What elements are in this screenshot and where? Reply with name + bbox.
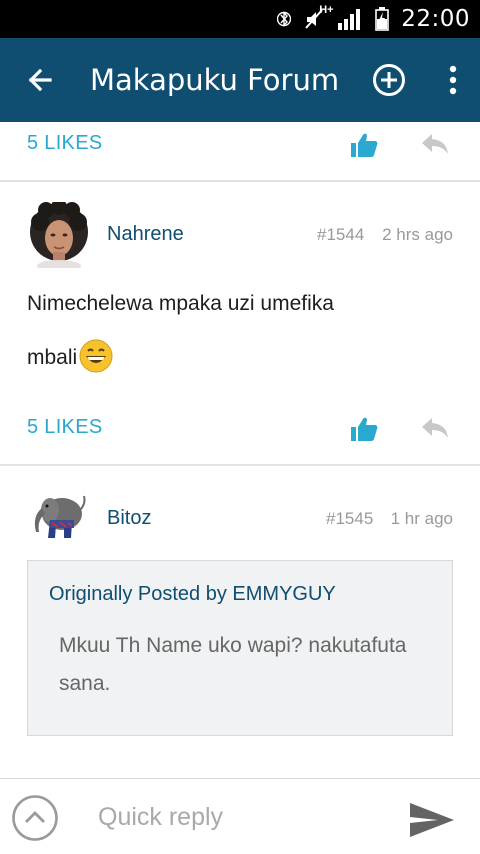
app-bar: Makapuku Forum — [0, 38, 480, 122]
post-list[interactable]: 5 LIKES Nahrene #1544 2 hrs ago Nimechel… — [0, 122, 480, 778]
grinning-emoji-icon — [79, 339, 113, 373]
divider — [0, 180, 480, 182]
quote-header: Originally Posted by EMMYGUY — [49, 583, 336, 605]
send-button[interactable] — [408, 801, 456, 839]
post-message-line: Nimechelewa mpaka uzi umefika — [27, 292, 334, 315]
back-arrow-icon[interactable] — [22, 60, 62, 100]
quick-reply-input[interactable] — [98, 797, 388, 837]
post-message: Nimechelewa mpaka uzi umefika mbali — [27, 277, 457, 385]
post-header: Nahrene #1544 2 hrs ago — [0, 199, 480, 272]
add-circle-icon — [373, 64, 405, 96]
reply-arrow-icon[interactable] — [420, 132, 450, 156]
divider — [0, 464, 480, 466]
quote-text: Mkuu Th Name uko wapi? nakutafuta sana. — [59, 634, 407, 695]
post-actions-row: 5 LIKES — [0, 122, 480, 168]
post-message-line: mbali — [27, 346, 78, 369]
chevron-up-icon — [12, 795, 58, 841]
like-thumb-icon[interactable] — [350, 132, 378, 158]
battery-charging-icon — [375, 7, 390, 31]
post-header: Bitoz #1545 1 hr ago — [0, 486, 480, 556]
post-time: 1 hr ago — [390, 509, 453, 528]
send-icon — [410, 803, 454, 837]
status-bar: H+ 22:00 — [0, 0, 480, 38]
avatar[interactable] — [28, 199, 90, 272]
quote-block: Originally Posted by EMMYGUY Mkuu Th Nam… — [27, 560, 453, 736]
overflow-menu-button[interactable] — [438, 62, 468, 98]
bluetooth-icon — [277, 7, 292, 31]
page-title: Makapuku Forum — [90, 63, 340, 97]
username[interactable]: Bitoz — [107, 507, 151, 530]
post-time: 2 hrs ago — [382, 225, 453, 244]
network-type-label: H+ — [319, 4, 334, 16]
avatar[interactable] — [28, 486, 90, 552]
reply-arrow-icon[interactable] — [420, 416, 450, 440]
quick-reply-bar — [0, 778, 480, 854]
signal-icon: H+ — [319, 4, 363, 30]
likes-count[interactable]: 5 LIKES — [27, 416, 102, 439]
like-thumb-icon[interactable] — [350, 416, 378, 442]
expand-reply-button[interactable] — [12, 795, 58, 841]
more-vert-icon — [449, 65, 457, 95]
post-number: #1545 — [326, 509, 374, 528]
post-actions-row: 5 LIKES — [0, 406, 480, 452]
likes-count[interactable]: 5 LIKES — [27, 132, 102, 155]
new-post-button[interactable] — [371, 62, 407, 98]
post-number: #1544 — [317, 225, 365, 244]
username[interactable]: Nahrene — [107, 223, 184, 246]
clock: 22:00 — [401, 6, 470, 32]
